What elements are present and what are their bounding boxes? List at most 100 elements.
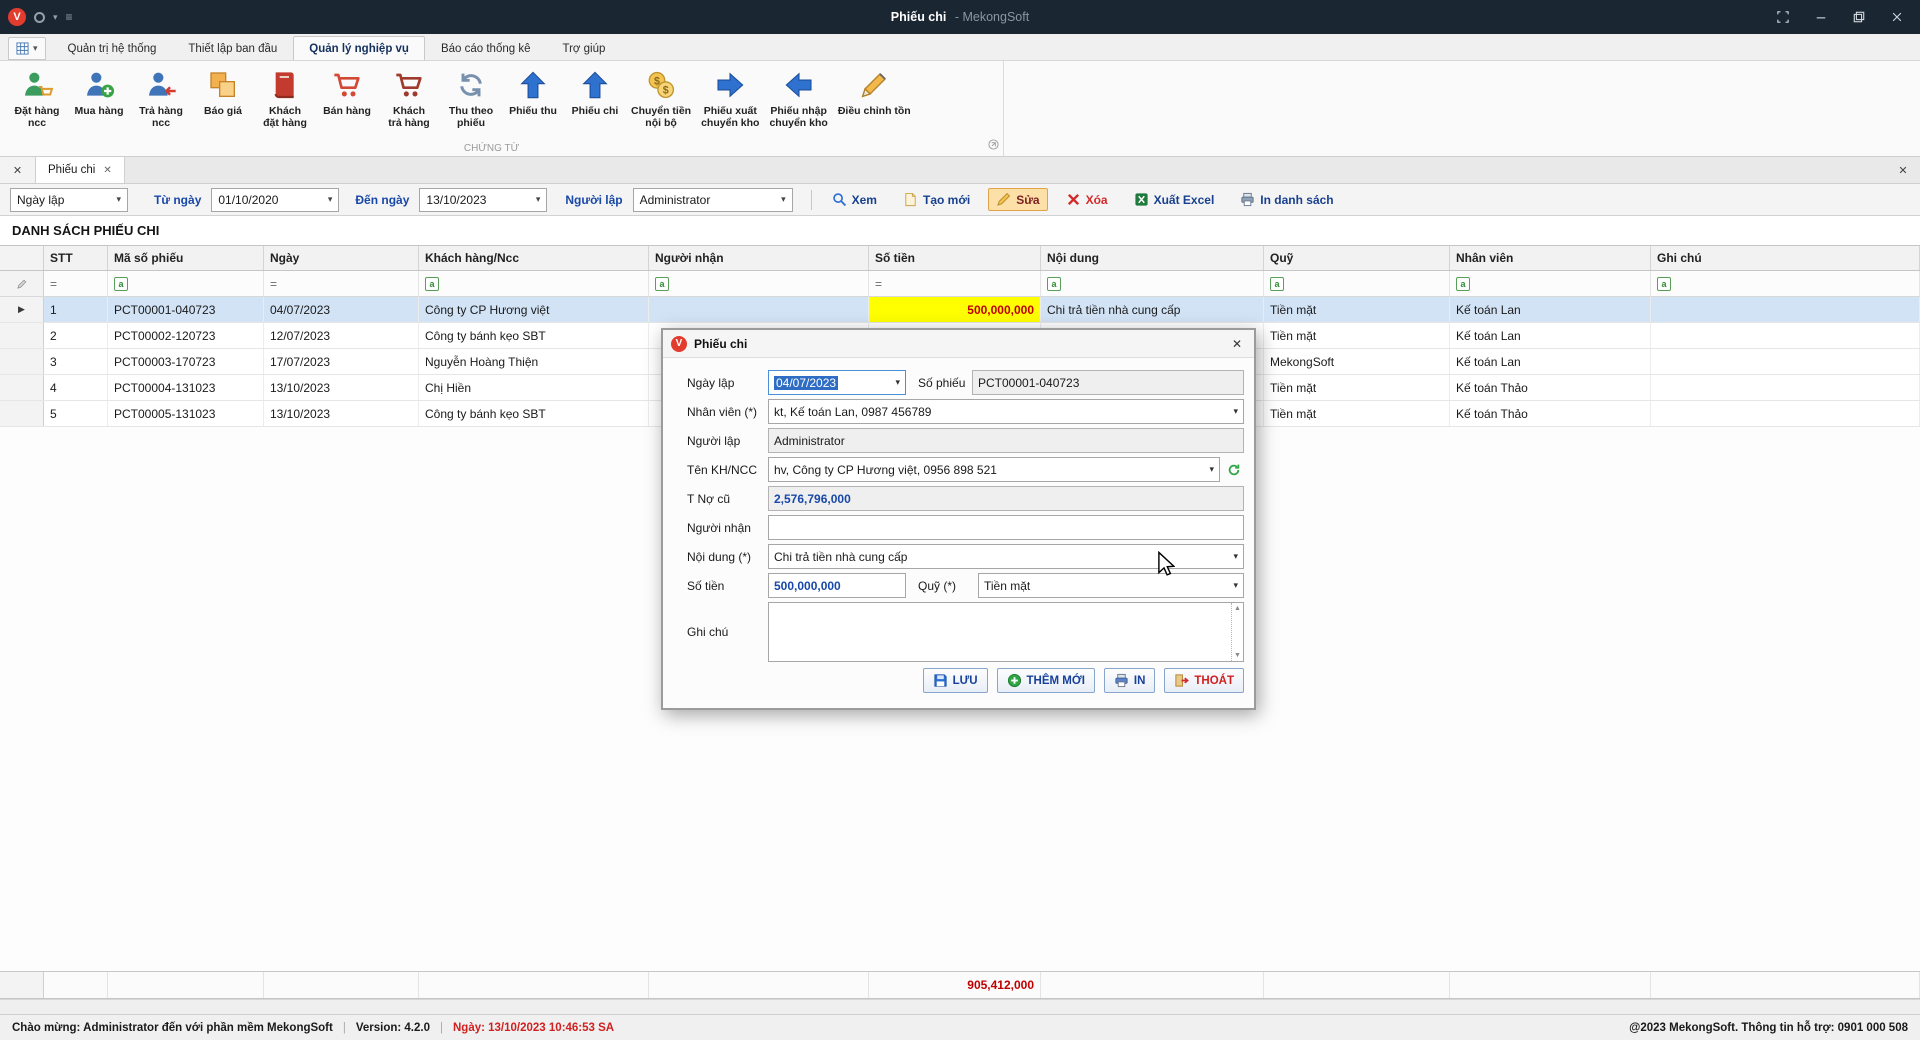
column-header-5[interactable]: Số tiền [869, 246, 1041, 270]
ribbon-tab-quan-tri-he-thong[interactable]: Quản trị hệ thống [52, 36, 173, 60]
column-header-2[interactable]: Ngày [264, 246, 419, 270]
filter-cell-7[interactable]: a [1264, 271, 1450, 296]
filter-cell-2[interactable]: = [264, 271, 419, 296]
toolbar-item-8[interactable]: Phiếu thu [502, 67, 564, 130]
toolbar-item-9[interactable]: Phiếu chi [564, 67, 626, 130]
column-header-9[interactable]: Ghi chú [1651, 246, 1920, 270]
cell-nhan_vien[interactable]: Kế toán Thảo [1450, 401, 1651, 426]
cell-nhan_vien[interactable]: Kế toán Thảo [1450, 375, 1651, 400]
toolbar-item-0[interactable]: Đặt hàng ncc [6, 67, 68, 130]
cell-ma[interactable]: PCT00003-170723 [108, 349, 264, 374]
content-combo[interactable]: Chi trả tiền nhà cung cấp▾ [768, 544, 1244, 569]
toolbar-item-7[interactable]: Thu theo phiếu [440, 67, 502, 130]
cell-stt[interactable]: 2 [44, 323, 108, 348]
amount-input[interactable]: 500,000,000 [768, 573, 906, 598]
column-header-3[interactable]: Khách hàng/Ncc [419, 246, 649, 270]
cell-ngay[interactable]: 04/07/2023 [264, 297, 419, 322]
cell-ma[interactable]: PCT00002-120723 [108, 323, 264, 348]
toolbar-item-3[interactable]: Báo giá [192, 67, 254, 130]
from-date-picker[interactable]: 01/10/2020▾ [211, 188, 339, 212]
column-header-0[interactable]: STT [44, 246, 108, 270]
minimize-button[interactable] [1804, 4, 1838, 30]
textarea-scrollbar[interactable]: ▲▼ [1231, 603, 1243, 661]
ribbon-tab-thiet-lap-ban-dau[interactable]: Thiết lập ban đầu [172, 36, 293, 60]
toolbar-item-12[interactable]: Phiếu nhập chuyển kho [764, 67, 832, 130]
add-new-button[interactable]: THÊM MỚI [997, 668, 1095, 693]
filter-cell-5[interactable]: = [869, 271, 1041, 296]
cell-quy[interactable]: Tiền mặt [1264, 401, 1450, 426]
toolbar-item-5[interactable]: Bán hàng [316, 67, 378, 130]
cell-ngay[interactable]: 13/10/2023 [264, 375, 419, 400]
filter-cell-6[interactable]: a [1041, 271, 1264, 296]
cell-khach[interactable]: Công ty CP Hương việt [419, 297, 649, 322]
employee-combo[interactable]: kt, Kế toán Lan, 0987 456789▾ [768, 399, 1244, 424]
cell-stt[interactable]: 1 [44, 297, 108, 322]
print-list-button[interactable]: In danh sách [1232, 188, 1341, 211]
cell-khach[interactable]: Chị Hiền [419, 375, 649, 400]
save-button[interactable]: LƯU [923, 668, 988, 693]
filter-cell-1[interactable]: a [108, 271, 264, 296]
customer-combo[interactable]: hv, Công ty CP Hương việt, 0956 898 521▾ [768, 457, 1220, 482]
tab-strip-close-button[interactable]: ✕ [1886, 157, 1920, 183]
cell-ghi_chu[interactable] [1651, 297, 1920, 322]
cell-ngay[interactable]: 13/10/2023 [264, 401, 419, 426]
close-tab-icon[interactable]: ✕ [103, 165, 111, 176]
cell-nguoi_nhan[interactable] [649, 297, 869, 322]
cell-ma[interactable]: PCT00001-040723 [108, 297, 264, 322]
column-header-6[interactable]: Nội dung [1041, 246, 1264, 270]
cell-quy[interactable]: Tiền mặt [1264, 323, 1450, 348]
receiver-input[interactable] [768, 515, 1244, 540]
export-excel-button[interactable]: Xuất Excel [1126, 188, 1223, 211]
toolbar-item-13[interactable]: Điều chỉnh tồn [833, 67, 916, 130]
filter-cell-8[interactable]: a [1450, 271, 1651, 296]
cell-stt[interactable]: 4 [44, 375, 108, 400]
date-created-picker[interactable]: 04/07/2023▾ [768, 370, 906, 395]
toolbar-item-11[interactable]: Phiếu xuất chuyển kho [696, 67, 764, 130]
cell-stt[interactable]: 5 [44, 401, 108, 426]
toolbar-item-6[interactable]: Khách trả hàng [378, 67, 440, 130]
cell-quy[interactable]: Tiền mặt [1264, 297, 1450, 322]
column-header-8[interactable]: Nhân viên [1450, 246, 1651, 270]
toolbar-item-1[interactable]: Mua hàng [68, 67, 130, 130]
app-logo-icon[interactable]: V [8, 8, 26, 26]
dialog-close-icon[interactable]: ✕ [1228, 337, 1246, 351]
quick-access-circle-icon[interactable] [34, 12, 45, 23]
chevron-down-icon[interactable]: ▾ [53, 12, 58, 23]
cell-ghi_chu[interactable] [1651, 323, 1920, 348]
cell-khach[interactable]: Công ty bánh kẹo SBT [419, 323, 649, 348]
cell-so_tien[interactable]: 500,000,000 [869, 297, 1041, 322]
filter-field-combo[interactable]: Ngày lập▾ [10, 188, 128, 212]
fullscreen-button[interactable] [1766, 4, 1800, 30]
cell-nhan_vien[interactable]: Kế toán Lan [1450, 297, 1651, 322]
cell-ghi_chu[interactable] [1651, 349, 1920, 374]
toolbar-item-4[interactable]: Khách đặt hàng [254, 67, 316, 130]
print-button[interactable]: IN [1104, 668, 1156, 693]
column-header-7[interactable]: Quỹ [1264, 246, 1450, 270]
ribbon-app-button[interactable]: ▾ [8, 37, 46, 60]
cell-stt[interactable]: 3 [44, 349, 108, 374]
cell-ngay[interactable]: 12/07/2023 [264, 323, 419, 348]
column-header-1[interactable]: Mã số phiếu [108, 246, 264, 270]
cell-khach[interactable]: Nguyễn Hoàng Thiện [419, 349, 649, 374]
column-header-4[interactable]: Người nhận [649, 246, 869, 270]
tab-phieu-chi[interactable]: Phiếu chi ✕ [36, 157, 125, 183]
ribbon-tab-tro-giup[interactable]: Trợ giúp [546, 36, 621, 60]
dialog-launcher-icon[interactable] [988, 139, 999, 153]
cell-nhan_vien[interactable]: Kế toán Lan [1450, 349, 1651, 374]
table-row[interactable]: ▶1PCT00001-04072304/07/2023Công ty CP Hư… [0, 297, 1920, 323]
close-button[interactable] [1880, 4, 1914, 30]
cell-quy[interactable]: Tiền mặt [1264, 375, 1450, 400]
exit-button[interactable]: THOÁT [1164, 668, 1244, 693]
cell-ma[interactable]: PCT00005-131023 [108, 401, 264, 426]
refresh-customer-button[interactable] [1224, 459, 1244, 481]
cell-ghi_chu[interactable] [1651, 375, 1920, 400]
cell-ma[interactable]: PCT00004-131023 [108, 375, 264, 400]
filter-row-indicator[interactable] [0, 271, 44, 296]
cell-noi_dung[interactable]: Chi trả tiền nhà cung cấp [1041, 297, 1264, 322]
toolbar-item-2[interactable]: Trả hàng ncc [130, 67, 192, 130]
cell-khach[interactable]: Công ty bánh kẹo SBT [419, 401, 649, 426]
dialog-titlebar[interactable]: V Phiếu chi ✕ [663, 330, 1254, 358]
delete-button[interactable]: Xóa [1058, 188, 1116, 211]
edit-button[interactable]: Sửa [988, 188, 1047, 211]
note-textarea[interactable]: ▲▼ [768, 602, 1244, 662]
